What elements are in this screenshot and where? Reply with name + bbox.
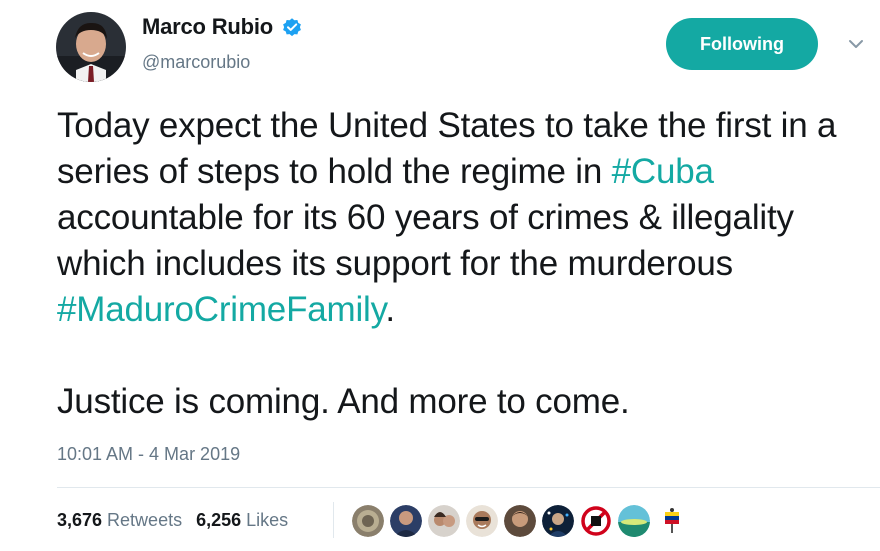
following-button[interactable]: Following [666,18,818,70]
tweet-stats: 3,676 Retweets 6,256 Likes [57,510,302,531]
author-handle[interactable]: @marcorubio [142,52,250,73]
retweets-label: Retweets [107,510,183,530]
hashtag-cuba-link[interactable]: #Cuba [612,152,714,191]
tweet-text-segment: . [385,290,395,329]
tweet-text: Today expect the United States to take t… [57,103,872,425]
divider [57,487,880,488]
liker-avatar[interactable] [618,505,650,537]
liker-avatar[interactable] [542,505,574,537]
liker-avatar[interactable] [580,505,612,537]
retweets-count: 3,676 [57,510,103,530]
author-avatar[interactable] [56,12,126,82]
liker-avatar[interactable] [466,505,498,537]
tweet-paragraph-1: Today expect the United States to take t… [57,103,872,333]
tweet-card: Marco Rubio @marcorubio Following Today … [0,0,880,551]
chevron-down-icon[interactable] [842,30,870,58]
liker-avatar[interactable] [390,505,422,537]
stats-separator [333,502,334,538]
tweet-text-segment: Today expect the United States to take t… [57,106,837,191]
liker-avatars [352,505,688,537]
tweet-timestamp[interactable]: 10:01 AM - 4 Mar 2019 [57,444,240,465]
author-display-name[interactable]: Marco Rubio [142,14,273,40]
likes-label: Likes [246,510,289,530]
likes-stat[interactable]: 6,256 Likes [196,510,288,531]
retweets-stat[interactable]: 3,676 Retweets [57,510,182,531]
liker-avatar[interactable] [504,505,536,537]
author-name-row: Marco Rubio [142,14,303,40]
verified-badge-icon [281,16,303,38]
liker-avatar[interactable] [656,505,688,537]
hashtag-madurocrimefamily-link[interactable]: #MaduroCrimeFamily [57,290,386,329]
tweet-text-segment: accountable for its 60 years of crimes &… [57,198,794,283]
liker-avatar[interactable] [352,505,384,537]
likes-count: 6,256 [196,510,242,530]
liker-avatar[interactable] [428,505,460,537]
tweet-paragraph-2: Justice is coming. And more to come. [57,382,630,421]
